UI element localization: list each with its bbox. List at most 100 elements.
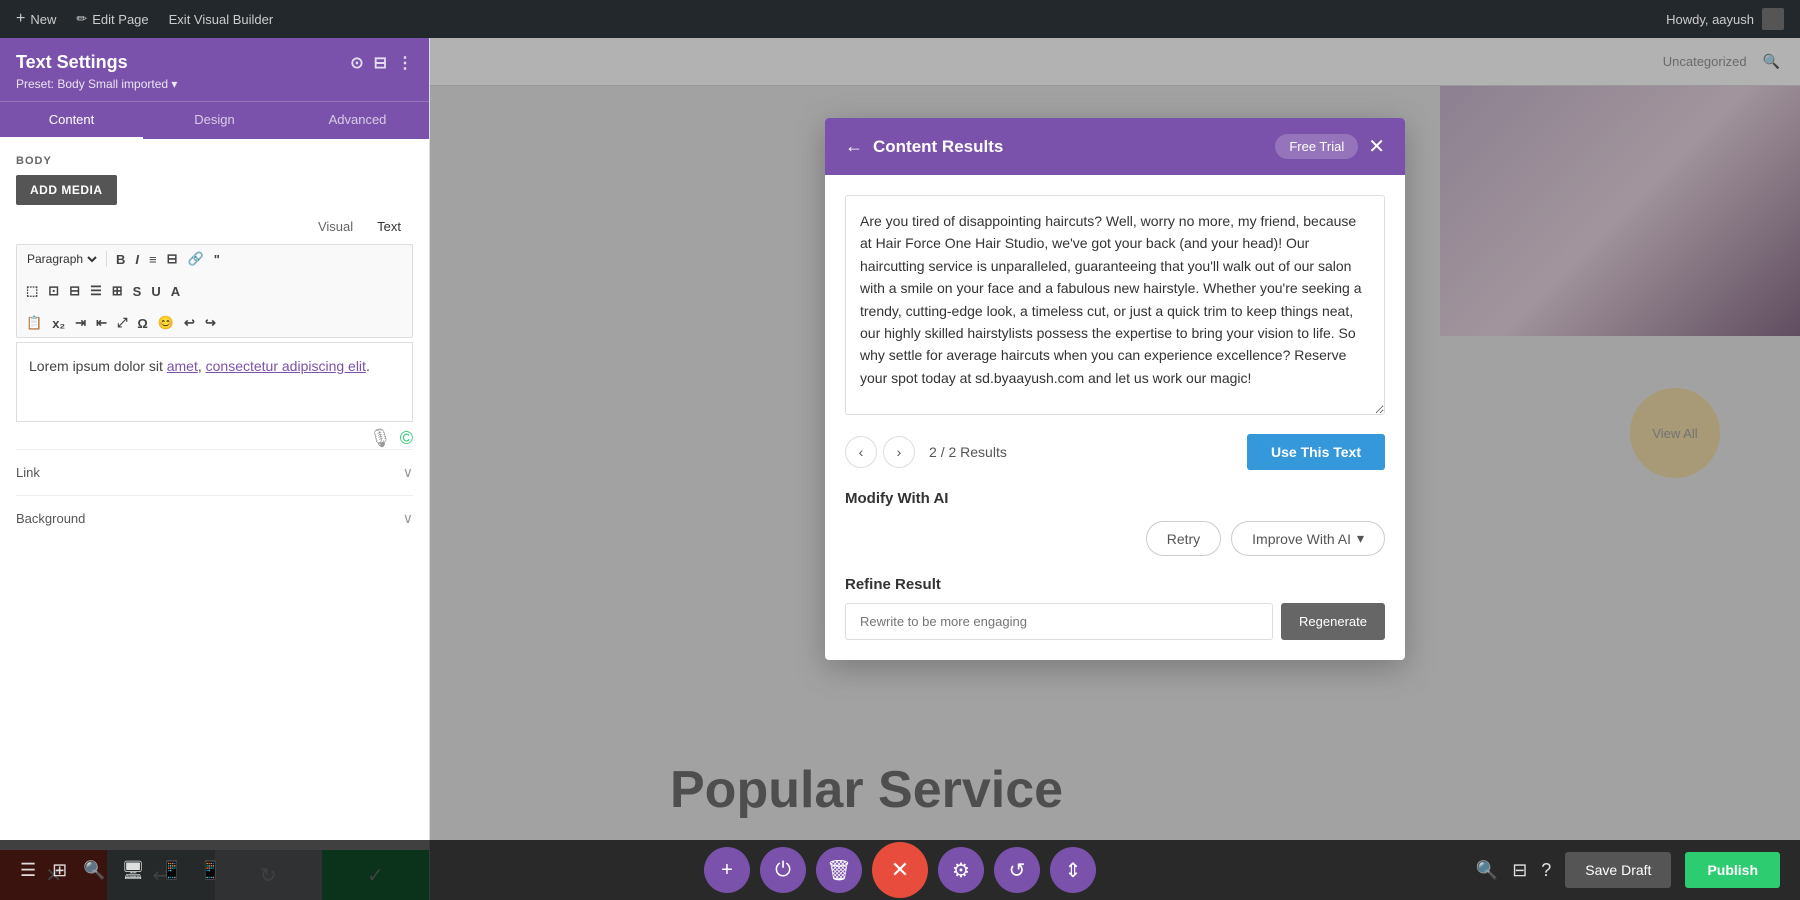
panel-title-text: Text Settings [16, 52, 128, 73]
undo-btn[interactable]: ↩ [181, 313, 198, 333]
help-icon[interactable]: ? [1541, 860, 1551, 881]
nav-next-button[interactable]: › [883, 436, 915, 468]
search-tool-icon[interactable]: 🔍 [83, 860, 105, 881]
visual-tab[interactable]: Visual [306, 215, 365, 238]
new-button[interactable]: + New [16, 10, 56, 28]
refine-input-row: Regenerate [845, 603, 1385, 640]
modal-back-icon[interactable]: ← [845, 136, 863, 157]
nav-prev-button[interactable]: ‹ [845, 436, 877, 468]
underline-button[interactable]: U [148, 282, 163, 301]
emoji-btn[interactable]: 😊 [155, 313, 177, 333]
link-amet[interactable]: amet [167, 358, 198, 374]
regenerate-button[interactable]: Regenerate [1281, 603, 1385, 640]
modal-header: ← Content Results Free Trial ✕ [825, 118, 1405, 175]
align-justify-button[interactable]: ☰ [87, 281, 105, 301]
outdent-btn[interactable]: ⇤ [93, 313, 110, 333]
modal-header-left: ← Content Results [845, 136, 1003, 157]
refine-label: Refine Result [845, 576, 1385, 593]
top-bar-right: Howdy, aayush [1666, 8, 1784, 30]
background-section[interactable]: Background ∨ [16, 495, 413, 541]
modify-section-title: Modify With AI [845, 490, 1385, 507]
modal-title: Content Results [873, 137, 1003, 157]
history-fab-button[interactable]: ↺ [994, 847, 1040, 893]
editor-content-area[interactable]: Lorem ipsum dolor sit amet, consectetur … [16, 342, 413, 422]
link-section-label: Link [16, 465, 40, 480]
grid-icon[interactable]: ⊞ [52, 860, 67, 881]
strike-button[interactable]: S [130, 282, 145, 301]
history-icon: ↺ [1009, 858, 1026, 883]
menu-icon[interactable]: ☰ [20, 860, 36, 881]
settings-fab-button[interactable]: ⚙ [938, 847, 984, 893]
link-button[interactable]: 🔗 [185, 249, 207, 269]
color-button[interactable]: A [168, 282, 183, 301]
text-tab[interactable]: Text [365, 215, 413, 238]
modal-nav-bar: ‹ › 2 / 2 Results Use This Text [845, 434, 1385, 470]
layers-icon[interactable]: ⊟ [1512, 860, 1527, 881]
tab-advanced[interactable]: Advanced [286, 102, 429, 139]
target-icon[interactable]: ⊙ [350, 53, 363, 73]
left-panel: Text Settings ⊙ ⊟ ⋮ Preset: Body Small i… [0, 38, 430, 900]
add-media-button[interactable]: ADD MEDIA [16, 175, 117, 205]
exit-builder-button[interactable]: Exit Visual Builder [169, 12, 274, 27]
tablet-icon[interactable]: 📱 [161, 860, 183, 881]
tab-content[interactable]: Content [0, 102, 143, 139]
user-avatar [1762, 8, 1784, 30]
desktop-icon[interactable]: 🖥 [122, 860, 145, 881]
ol-button[interactable]: ⊟ [164, 249, 181, 269]
ai-icon[interactable]: © [400, 428, 413, 449]
editor-text-2: , [198, 358, 206, 374]
italic-button[interactable]: I [132, 250, 142, 269]
align-right-button[interactable]: ⊟ [66, 281, 83, 301]
special-char-btn[interactable]: Ω [134, 314, 150, 333]
microphone-icon[interactable]: 🎙 [369, 428, 392, 449]
columns-icon[interactable]: ⊟ [374, 53, 387, 73]
use-text-button[interactable]: Use This Text [1247, 434, 1385, 470]
retry-button[interactable]: Retry [1146, 521, 1221, 556]
power-fab-button[interactable]: ⏻ [760, 847, 806, 893]
save-draft-button[interactable]: Save Draft [1565, 852, 1671, 888]
content-textarea[interactable]: Are you tired of disappointing haircuts?… [845, 195, 1385, 415]
paragraph-select[interactable]: Paragraph [23, 251, 100, 267]
subscript-button[interactable]: x₂ [49, 314, 68, 333]
quote-button[interactable]: " [211, 250, 223, 269]
nav-count: 2 / 2 Results [929, 444, 1007, 460]
zoom-icon[interactable]: 🔍 [1476, 860, 1498, 881]
editor-footer: 🎙 © [16, 428, 413, 449]
redo-btn[interactable]: ↪ [202, 313, 219, 333]
bottom-left-tools: ☰ ⊞ 🔍 🖥 📱 📱 [20, 860, 221, 881]
improve-with-ai-button[interactable]: Improve With AI ▾ [1231, 521, 1385, 556]
align-left-button[interactable]: ⬚ [23, 281, 41, 301]
tab-design[interactable]: Design [143, 102, 286, 139]
paste-button[interactable]: 📋 [23, 313, 45, 333]
free-trial-badge[interactable]: Free Trial [1275, 134, 1358, 159]
publish-button[interactable]: Publish [1685, 852, 1780, 888]
more-options-icon[interactable]: ⋮ [397, 53, 413, 73]
delete-fab-button[interactable]: 🗑 [816, 847, 862, 893]
link-section[interactable]: Link ∨ [16, 449, 413, 495]
modal-close-button[interactable]: ✕ [1368, 134, 1385, 159]
edit-page-button[interactable]: ✏ Edit Page [76, 11, 148, 27]
close-fab-button[interactable]: ✕ [872, 842, 928, 898]
align-center-button[interactable]: ⊡ [45, 281, 62, 301]
main-area: Text Settings ⊙ ⊟ ⋮ Preset: Body Small i… [0, 38, 1800, 900]
link-chevron-icon: ∨ [403, 464, 413, 481]
move-fab-button[interactable]: ⇕ [1050, 847, 1096, 893]
ul-button[interactable]: ≡ [146, 250, 160, 269]
add-fab-button[interactable]: + [704, 847, 750, 893]
panel-body: Body ADD MEDIA Visual Text Paragraph B I… [0, 139, 429, 850]
close-icon: ✕ [891, 857, 909, 883]
editor-toolbar: Visual Text [16, 215, 413, 238]
bottom-right-tools: 🔍 ⊟ ? Save Draft Publish [1476, 852, 1780, 888]
indent-btn[interactable]: ⇥ [72, 313, 89, 333]
mobile-icon[interactable]: 📱 [199, 860, 221, 881]
table-button[interactable]: ⊞ [109, 281, 126, 301]
divider-1 [106, 251, 107, 267]
panel-preset[interactable]: Preset: Body Small imported ▾ [16, 77, 413, 91]
refine-input[interactable] [845, 603, 1273, 640]
link-consectetur[interactable]: consectetur adipiscing elit [206, 358, 366, 374]
editor-text-3: . [366, 358, 370, 374]
bold-button[interactable]: B [113, 250, 128, 269]
panel-title-icons: ⊙ ⊟ ⋮ [350, 53, 413, 73]
editor-view-tabs: Visual Text [306, 215, 413, 238]
expand-btn[interactable]: ⤢ [114, 313, 130, 333]
